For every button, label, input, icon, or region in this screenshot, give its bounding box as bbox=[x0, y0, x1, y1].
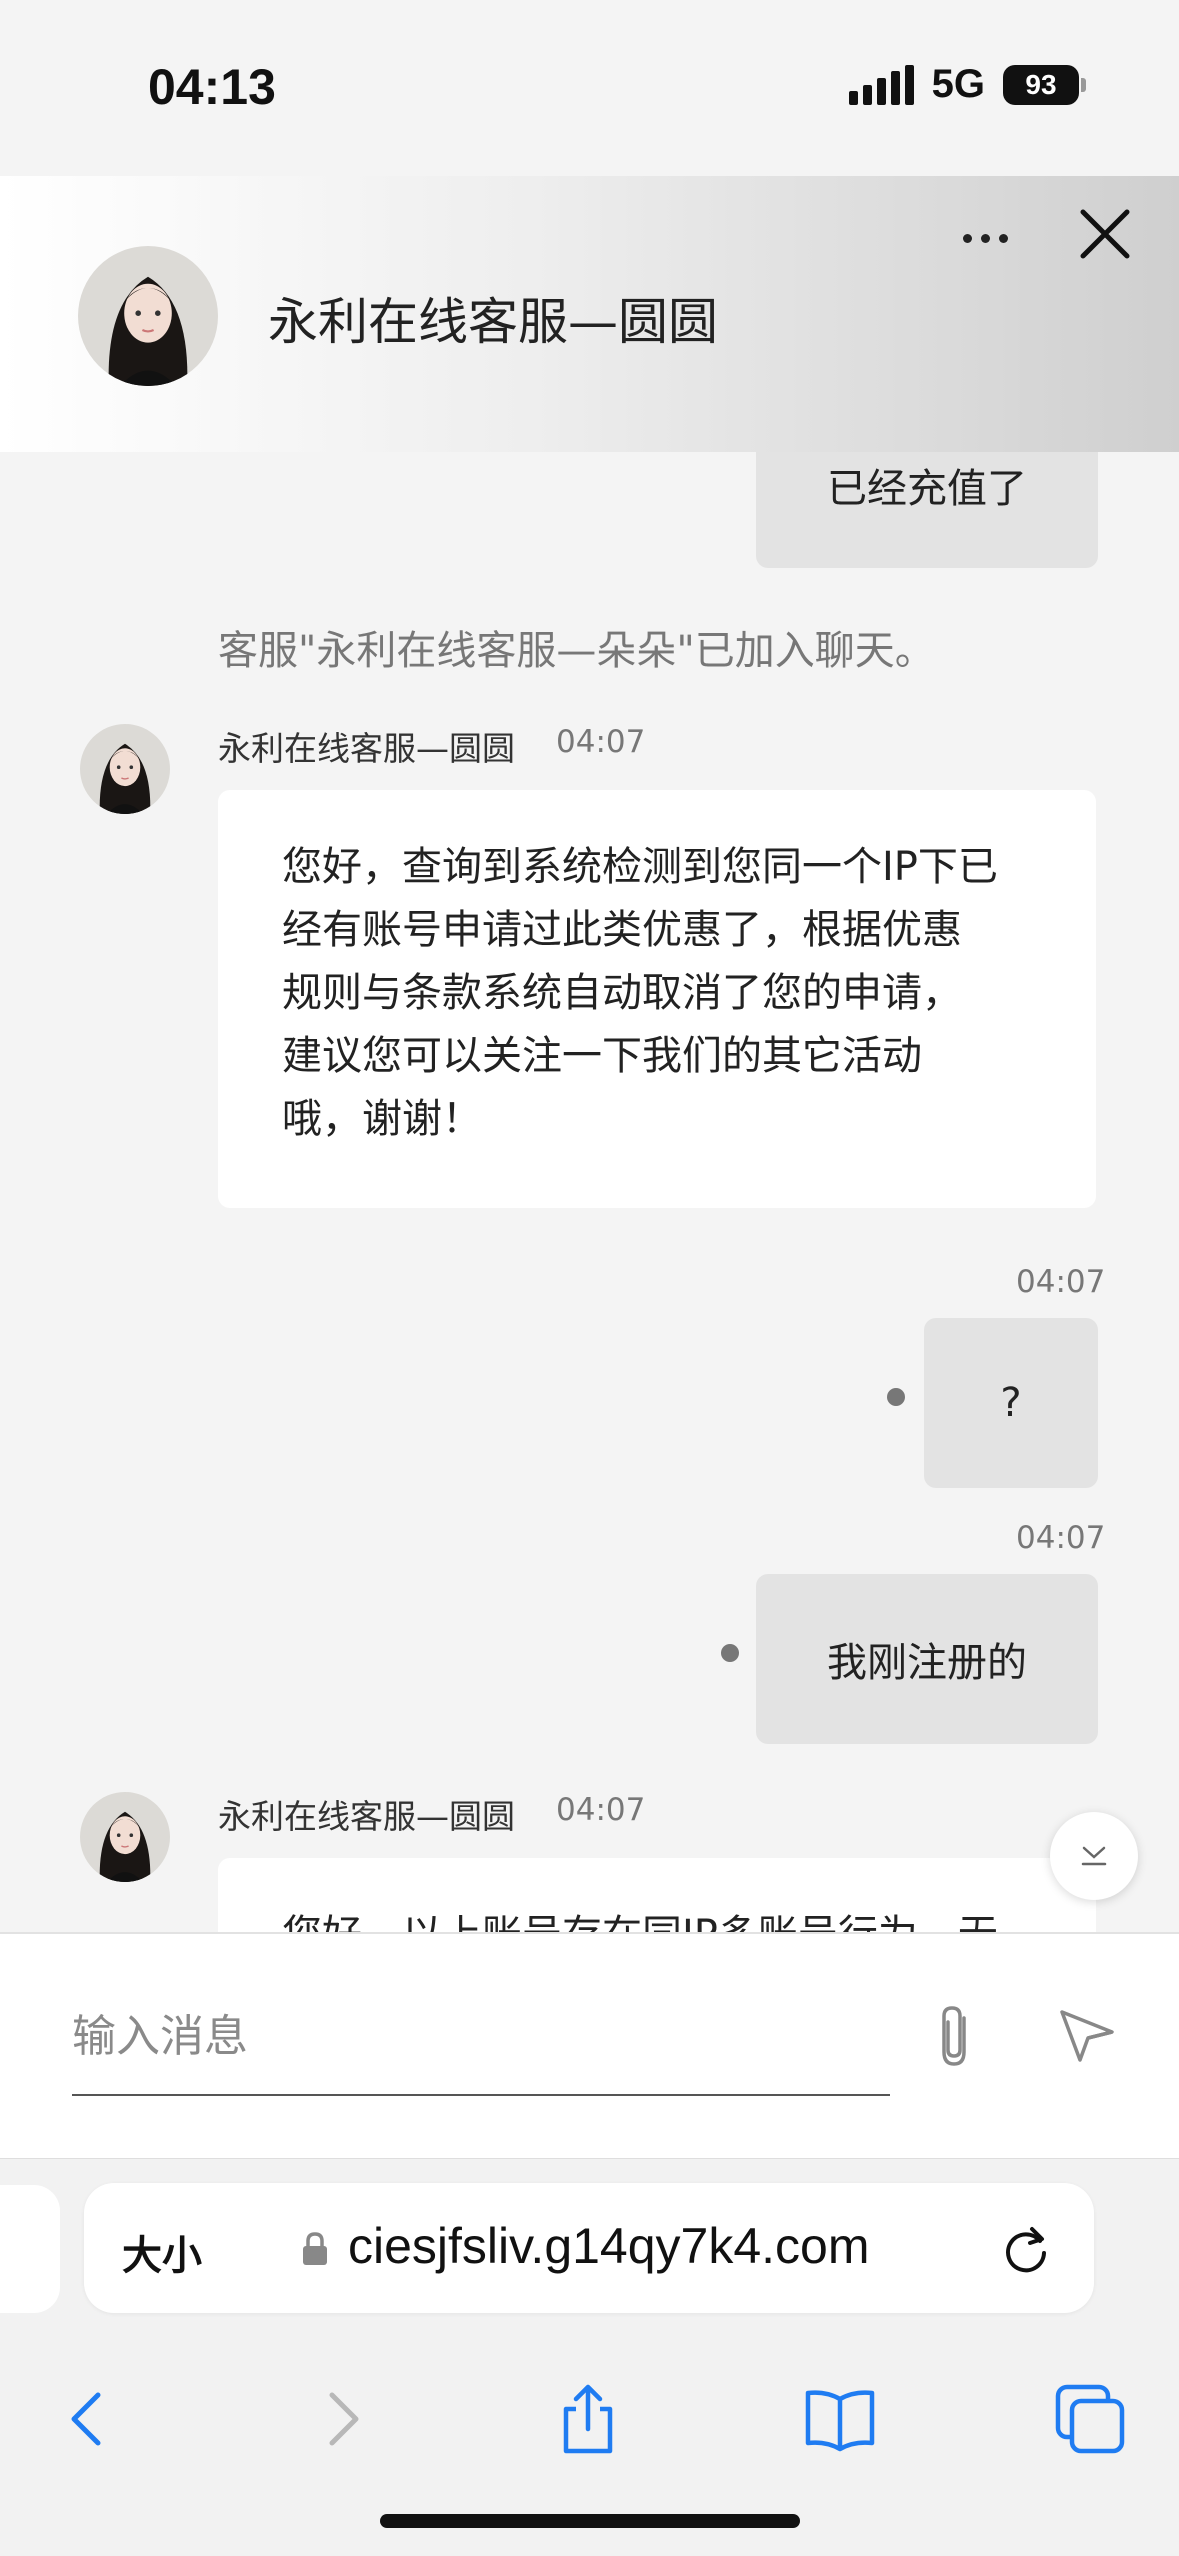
forward-icon[interactable] bbox=[302, 2379, 382, 2459]
message-line: 规则与条款系统自动取消了您的申请， bbox=[282, 970, 962, 1016]
sent-status-dot bbox=[721, 1644, 739, 1662]
message-time: 04:07 bbox=[556, 1792, 646, 1828]
agent-name: 永利在线客服—圆圆 bbox=[218, 1797, 515, 1836]
message-time: 04:07 bbox=[556, 724, 646, 760]
close-icon[interactable] bbox=[1073, 202, 1137, 266]
browser-toolbar: 大小 ciesjfsliv.g14qy7k4.com bbox=[0, 2158, 1179, 2556]
reload-icon[interactable] bbox=[996, 2219, 1056, 2279]
agent-message-bubble: 您好，以上账号存在同IP多账号行为，无 bbox=[218, 1858, 1096, 1932]
message-text: 我刚注册的 bbox=[827, 1640, 1027, 1686]
send-icon[interactable] bbox=[1054, 2002, 1118, 2066]
message-text: 已经充值了 bbox=[827, 466, 1027, 512]
agent-message-bubble: 您好，查询到系统检测到您同一个IP下已 经有账号申请过此类优惠了，根据优惠 规则… bbox=[218, 790, 1096, 1208]
signal-icon bbox=[848, 64, 914, 105]
battery-icon: 93 bbox=[1003, 64, 1086, 105]
attach-icon[interactable] bbox=[926, 2002, 986, 2074]
address-bar[interactable]: 大小 ciesjfsliv.g14qy7k4.com bbox=[84, 2183, 1094, 2313]
bookmarks-icon[interactable] bbox=[800, 2379, 880, 2459]
tabs-icon[interactable] bbox=[1050, 2379, 1130, 2459]
share-icon[interactable] bbox=[548, 2379, 628, 2459]
chat-title: 永利在线客服—圆圆 bbox=[268, 293, 718, 351]
chat-messages[interactable]: 已经充值了 客服"永利在线客服—朵朵"已加入聊天。 永利在线客服—圆圆 04:0… bbox=[0, 452, 1179, 1932]
battery-level: 93 bbox=[1025, 68, 1057, 100]
message-time: 04:07 bbox=[1016, 1264, 1106, 1300]
message-line: 哦，谢谢！ bbox=[282, 1096, 482, 1142]
status-indicators: 5G 93 bbox=[848, 62, 1086, 107]
message-line: 您好，以上账号存在同IP多账号行为，无 bbox=[282, 1904, 1036, 1932]
message-line: 建议您可以关注一下我们的其它活动 bbox=[282, 1033, 922, 1079]
url-text: ciesjfsliv.g14qy7k4.com bbox=[348, 2218, 870, 2274]
message-input[interactable]: 输入消息 bbox=[72, 2000, 890, 2062]
user-message-bubble: ? bbox=[924, 1318, 1098, 1488]
message-text: ? bbox=[1000, 1380, 1022, 1426]
message-line: 您好，查询到系统检测到您同一个IP下已 bbox=[282, 844, 998, 890]
avatar[interactable] bbox=[78, 246, 218, 386]
more-icon[interactable] bbox=[955, 208, 1015, 268]
avatar[interactable] bbox=[80, 724, 170, 814]
avatar[interactable] bbox=[80, 1792, 170, 1882]
previous-tab-preview[interactable] bbox=[0, 2185, 60, 2313]
user-message-bubble: 已经充值了 bbox=[756, 452, 1098, 568]
back-icon[interactable] bbox=[48, 2379, 128, 2459]
message-line: 经有账号申请过此类优惠了，根据优惠 bbox=[282, 907, 962, 953]
network-label: 5G bbox=[931, 62, 985, 106]
chat-header: 永利在线客服—圆圆 bbox=[0, 176, 1179, 452]
input-underline bbox=[72, 2094, 890, 2096]
status-bar: 04:13 5G 93 bbox=[0, 0, 1179, 176]
sent-status-dot bbox=[887, 1388, 905, 1406]
user-message-bubble: 我刚注册的 bbox=[756, 1574, 1098, 1744]
scroll-to-bottom-button[interactable] bbox=[1050, 1812, 1138, 1900]
text-size-button[interactable]: 大小 bbox=[122, 2223, 202, 2281]
agent-name: 永利在线客服—圆圆 bbox=[218, 729, 515, 768]
text-size-label: 大小 bbox=[122, 2233, 202, 2279]
chevron-down-icon bbox=[1081, 1846, 1107, 1866]
lock-icon bbox=[303, 2232, 327, 2265]
message-time: 04:07 bbox=[1016, 1520, 1106, 1556]
message-input-bar: 输入消息 bbox=[0, 1932, 1179, 2158]
status-time: 04:13 bbox=[148, 59, 276, 115]
home-indicator[interactable] bbox=[380, 2514, 800, 2528]
system-notice: 客服"永利在线客服—朵朵"已加入聊天。 bbox=[218, 628, 935, 674]
